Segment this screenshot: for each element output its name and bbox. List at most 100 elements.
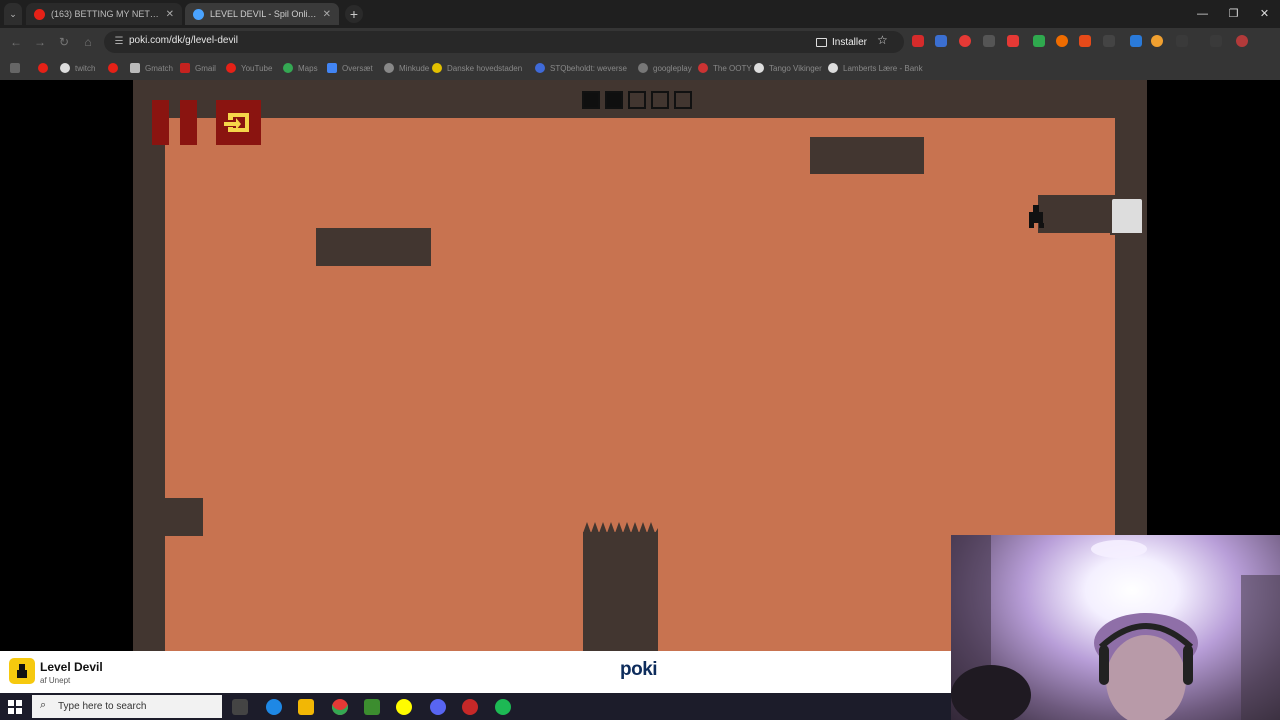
bookmark-item[interactable]: Oversæt: [327, 61, 373, 75]
bookmark-item[interactable]: YouTube: [226, 61, 272, 75]
bookmark-star-icon[interactable]: ☆: [877, 33, 888, 47]
maps-icon: [283, 63, 293, 73]
wall-ledge: [165, 498, 203, 536]
extension-icon[interactable]: [1176, 35, 1188, 47]
minecraft-icon[interactable]: [364, 699, 380, 715]
extension-icon[interactable]: [1130, 35, 1142, 47]
file-explorer-icon[interactable]: [298, 699, 314, 715]
chevron-down-icon: ⌄: [9, 8, 17, 19]
bookmark-item[interactable]: Gmail: [180, 61, 216, 75]
close-button[interactable]: ✕: [1249, 0, 1280, 28]
apps-icon[interactable]: [10, 61, 25, 75]
extension-icon[interactable]: [959, 35, 971, 47]
new-tab-button[interactable]: +: [345, 5, 363, 23]
extension-icon[interactable]: [1079, 35, 1091, 47]
windows-start-icon[interactable]: [8, 700, 22, 714]
extension-icon[interactable]: [935, 35, 947, 47]
bookmark-item[interactable]: The OOTY: [698, 61, 752, 75]
extension-icon[interactable]: [983, 35, 995, 47]
game-author[interactable]: af Unept: [40, 676, 70, 685]
address-bar[interactable]: ☰ poki.com/dk/g/level-devil Installer ☆: [104, 31, 904, 53]
streamer-camera-feed: [951, 535, 1280, 720]
spikes: [583, 522, 658, 533]
task-view-icon[interactable]: [232, 699, 248, 715]
window-controls: — ❐ ✕: [1187, 0, 1280, 28]
tab-search-button[interactable]: ⌄: [4, 3, 22, 25]
minimize-button[interactable]: —: [1187, 0, 1218, 28]
screen: ⌄ (163) BETTING MY NET WORT ✕ LEVEL DEVI…: [0, 0, 1280, 720]
tab-youtube[interactable]: (163) BETTING MY NET WORT ✕: [26, 3, 182, 25]
tab-title: (163) BETTING MY NET WORT: [51, 9, 160, 19]
tab-title: LEVEL DEVIL - Spil Online: [210, 9, 317, 19]
extension-icon[interactable]: [1033, 35, 1045, 47]
youtube-icon: [108, 63, 118, 73]
extension-icon[interactable]: [1151, 35, 1163, 47]
taskbar-search[interactable]: ⌕ Type here to search: [32, 695, 222, 718]
bookmark-item[interactable]: Danske hovedstaden: [432, 61, 522, 75]
install-label: Installer: [832, 36, 868, 48]
link-icon: [535, 63, 545, 73]
game-title[interactable]: Level Devil: [40, 660, 103, 674]
bookmark-item[interactable]: [108, 61, 123, 75]
snapchat-icon[interactable]: [396, 699, 412, 715]
bookmark-item[interactable]: STQbeholdt: weverse: [535, 61, 627, 75]
pause-button[interactable]: [180, 100, 197, 145]
poki-logo[interactable]: poki: [620, 659, 658, 681]
profile-avatar[interactable]: [1236, 35, 1248, 47]
home-icon[interactable]: ⌂: [80, 34, 96, 50]
webcam-overlay: [951, 535, 1280, 720]
extension-icon[interactable]: [1056, 35, 1068, 47]
bookmark-item[interactable]: Tango Vikinger: [754, 61, 822, 75]
reload-icon[interactable]: ↻: [56, 34, 72, 50]
discord-icon[interactable]: [430, 699, 446, 715]
youtube-icon: [226, 63, 236, 73]
bookmark-item[interactable]: [38, 61, 53, 75]
close-tab-icon[interactable]: ✕: [323, 9, 331, 20]
chrome-icon[interactable]: [332, 699, 348, 715]
youtube-icon: [38, 63, 48, 73]
pause-button[interactable]: [152, 100, 169, 145]
extension-icon[interactable]: [1210, 35, 1222, 47]
falling-block-trap: [316, 228, 431, 266]
search-placeholder: Type here to search: [58, 701, 147, 712]
bookmark-item[interactable]: Minkude: [384, 61, 429, 75]
chrome-icon: [754, 63, 764, 73]
edge-icon[interactable]: [266, 699, 282, 715]
bookmark-icon: [384, 63, 394, 73]
progress-box-complete: [582, 91, 600, 109]
door-ledge: [1038, 195, 1115, 233]
site-info-icon[interactable]: ☰: [112, 35, 126, 49]
tab-strip: ⌄ (163) BETTING MY NET WORT ✕ LEVEL DEVI…: [0, 0, 1280, 28]
bookmark-item[interactable]: Gmatch: [130, 61, 173, 75]
restart-button[interactable]: [216, 100, 261, 145]
restart-icon: [224, 113, 249, 132]
bookmark-item[interactable]: twitch: [60, 61, 95, 75]
extension-icon[interactable]: [1103, 35, 1115, 47]
bookmark-item[interactable]: googleplay: [638, 61, 692, 75]
forward-icon[interactable]: →: [32, 34, 48, 50]
app-icon[interactable]: [462, 699, 478, 715]
floating-platform: [810, 137, 924, 174]
extension-icon[interactable]: [1007, 35, 1019, 47]
back-icon[interactable]: ←: [8, 34, 24, 50]
bookmark-item[interactable]: Maps: [283, 61, 318, 75]
url-text[interactable]: poki.com/dk/g/level-devil: [129, 35, 238, 46]
game-logo[interactable]: [9, 658, 35, 684]
close-tab-icon[interactable]: ✕: [166, 9, 174, 20]
translate-icon: [327, 63, 337, 73]
bookmarks-bar: twitch Gmatch Gmail YouTube Maps Oversæt…: [0, 56, 1280, 80]
bookmark-item[interactable]: Lamberts Lære - Bank: [828, 61, 923, 75]
chrome-icon: [828, 63, 838, 73]
extension-icon[interactable]: [912, 35, 924, 47]
install-icon: [816, 37, 827, 47]
page-icon: [130, 63, 140, 73]
browser-toolbar: ← → ↻ ⌂ ☰ poki.com/dk/g/level-devil Inst…: [0, 28, 1280, 56]
tab-level-devil[interactable]: LEVEL DEVIL - Spil Online ✕: [185, 3, 339, 25]
spotify-icon[interactable]: [495, 699, 511, 715]
maximize-button[interactable]: ❐: [1218, 0, 1249, 28]
chrome-icon: [60, 63, 70, 73]
search-icon: ⌕: [40, 699, 47, 711]
exit-door: [1110, 197, 1144, 235]
poki-icon: [193, 8, 204, 20]
install-button[interactable]: Installer: [816, 33, 867, 51]
